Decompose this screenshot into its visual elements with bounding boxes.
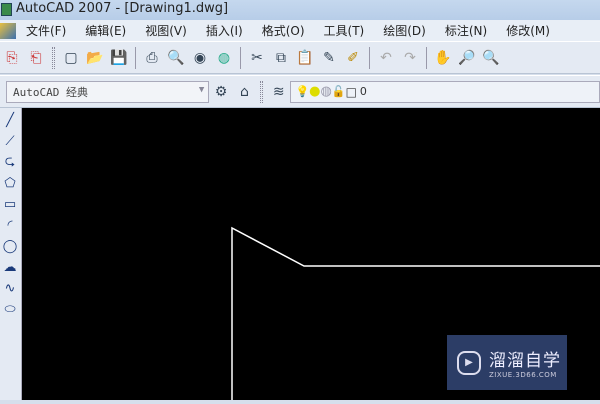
paste-icon[interactable]: 📋 (296, 49, 314, 67)
pan-icon[interactable]: ✋ (434, 49, 452, 67)
web-publish-icon[interactable]: ◍ (215, 49, 233, 67)
line-icon[interactable]: ╱ (2, 112, 18, 129)
lightbulb-icon: 💡 (295, 85, 310, 98)
play-logo-icon: ▶ (457, 350, 481, 375)
separator (240, 46, 241, 69)
layer-name: 0 (359, 85, 367, 98)
polyline-icon[interactable]: ⮎ (2, 154, 18, 171)
title-bar: AutoCAD 2007 - [Drawing1.dwg] (0, 0, 600, 20)
polygon-icon[interactable]: ⬠ (2, 175, 18, 192)
menu-insert[interactable]: 插入(I) (196, 22, 252, 39)
menu-bar: 文件(F) 编辑(E) 视图(V) 插入(I) 格式(O) 工具(T) 绘图(D… (0, 20, 600, 41)
workspaces-layers-toolbar: AutoCAD 经典 ▼ ⚙ ⌂ ≋ 💡 ● ◍ 🔓 □ 0 (0, 75, 600, 108)
watermark: ▶ 溜溜自学 ZIXUE.3D66.COM (447, 335, 567, 390)
cut-icon[interactable]: ✂ (248, 49, 266, 67)
save-workspace-icon[interactable]: ⌂ (236, 83, 253, 101)
menu-draw[interactable]: 绘图(D) (373, 22, 435, 39)
pdf-export-icon[interactable]: ⎘ (3, 49, 21, 67)
copy-icon[interactable]: ⧉ (272, 49, 290, 67)
autocad-app-icon (1, 3, 12, 16)
draw-toolbar: ╱ ⟋ ⮎ ⬠ ▭ ◜ ◯ ☁ ∿ ⬭ (0, 108, 22, 400)
open-file-icon[interactable]: 📂 (86, 49, 104, 67)
block-editor-icon[interactable]: ✐ (344, 49, 362, 67)
watermark-url: ZIXUE.3D66.COM (489, 371, 557, 379)
layer-dropdown[interactable]: 💡 ● ◍ 🔓 □ 0 (290, 80, 600, 103)
separator (369, 46, 370, 69)
print-preview-icon[interactable]: 🔍 (167, 49, 185, 67)
menu-tools[interactable]: 工具(T) (314, 22, 374, 39)
separator (426, 46, 427, 69)
watermark-name: 溜溜自学 (489, 351, 561, 371)
zoom-window-icon[interactable]: 🔍 (482, 49, 500, 67)
construction-line-icon[interactable]: ⟋ (2, 133, 18, 150)
workspace-dropdown[interactable]: AutoCAD 经典 ▼ (6, 80, 210, 103)
rectangle-icon[interactable]: ▭ (2, 196, 18, 213)
pdf-settings-icon[interactable]: ⎗ (27, 49, 45, 67)
zoom-realtime-icon[interactable]: 🔎 (458, 49, 476, 67)
print-icon[interactable]: ⎙ (143, 49, 161, 67)
viewport-freeze-icon: ◍ (320, 84, 332, 99)
menu-file[interactable]: 文件(F) (16, 22, 75, 39)
toolbar-grip[interactable] (260, 80, 264, 103)
chevron-down-icon: ▼ (198, 84, 205, 95)
separator (135, 46, 136, 69)
arc-icon[interactable]: ◜ (2, 217, 18, 234)
workspace-value: AutoCAD 经典 (13, 85, 88, 99)
window-title: AutoCAD 2007 - [Drawing1.dwg] (16, 1, 229, 16)
match-properties-icon[interactable]: ✎ (320, 49, 338, 67)
spline-icon[interactable]: ∿ (2, 280, 18, 297)
menu-view[interactable]: 视图(V) (135, 22, 196, 39)
workspace-settings-icon[interactable]: ⚙ (212, 83, 229, 101)
menu-modify[interactable]: 修改(M) (496, 22, 559, 39)
circle-icon[interactable]: ◯ (2, 238, 18, 255)
menu-edit[interactable]: 编辑(E) (75, 22, 135, 39)
menu-format[interactable]: 格式(O) (252, 22, 314, 39)
undo-icon[interactable]: ↶ (377, 49, 395, 67)
app-menu-icon[interactable] (0, 22, 16, 39)
standard-toolbar: ⎘ ⎗ ▢ 📂 💾 ⎙ 🔍 ◉ ◍ ✂ ⧉ 📋 ✎ ✐ ↶ ↷ ✋ 🔎 🔍 (0, 41, 600, 74)
sun-icon: ● (309, 84, 321, 99)
publish-icon[interactable]: ◉ (191, 49, 209, 67)
revision-cloud-icon[interactable]: ☁ (2, 259, 18, 276)
save-icon[interactable]: 💾 (110, 49, 128, 67)
layer-color-icon: □ (345, 84, 357, 99)
toolbar-grip[interactable] (52, 46, 55, 69)
new-file-icon[interactable]: ▢ (62, 49, 80, 67)
layer-manager-icon[interactable]: ≋ (270, 83, 287, 101)
redo-icon[interactable]: ↷ (401, 49, 419, 67)
ellipse-icon[interactable]: ⬭ (2, 301, 18, 318)
lock-icon: 🔓 (331, 85, 346, 98)
menu-dimension[interactable]: 标注(N) (435, 22, 496, 39)
